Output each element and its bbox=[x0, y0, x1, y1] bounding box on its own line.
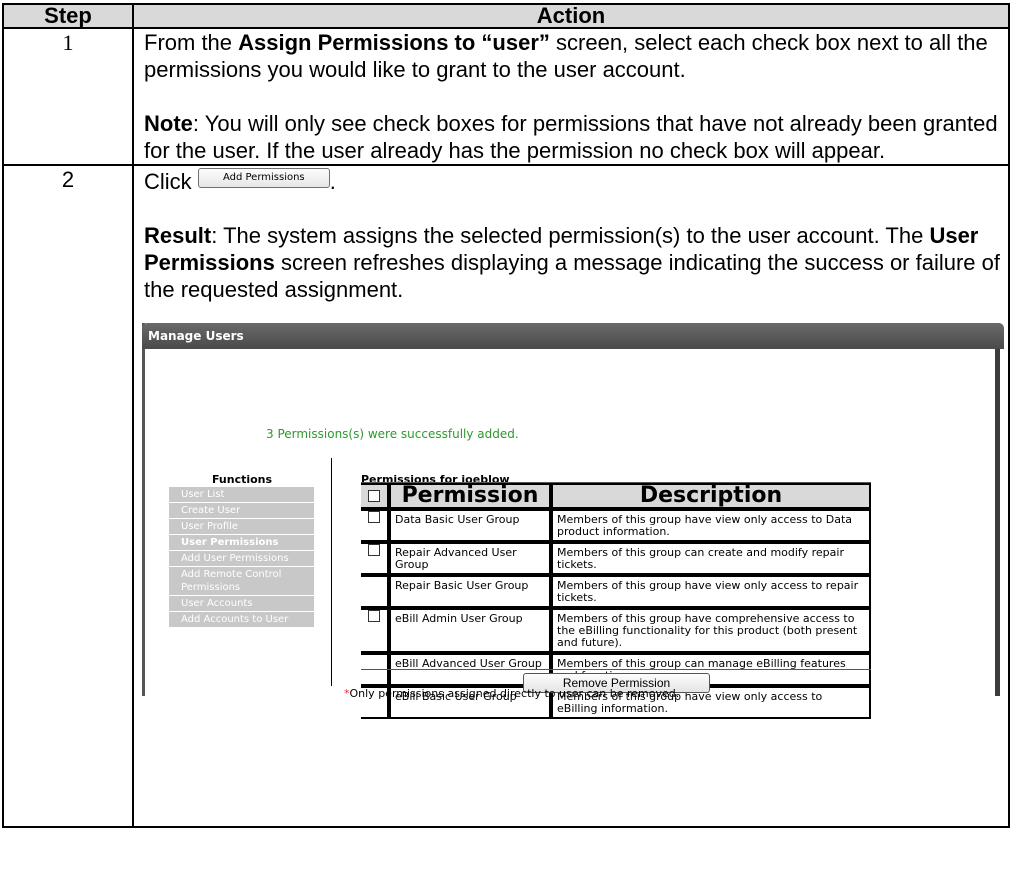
row-checkbox[interactable] bbox=[361, 509, 389, 542]
manage-users-header: Manage Users bbox=[142, 323, 1004, 349]
functions-menu: User List Create User User Profile User … bbox=[169, 487, 314, 628]
table-row: Repair Advanced User Group Members of th… bbox=[361, 542, 871, 575]
menu-item-add-remote-control-permissions[interactable]: Add Remote Control Permissions bbox=[169, 567, 314, 596]
col-permission: Permission bbox=[389, 483, 551, 509]
step-1-action: From the Assign Permissions to “user” sc… bbox=[132, 27, 1010, 166]
permission-name: Data Basic User Group bbox=[389, 509, 551, 542]
table-bottom-rule bbox=[361, 669, 871, 670]
menu-item-create-user[interactable]: Create User bbox=[169, 503, 314, 519]
permission-description: Members of this group have view only acc… bbox=[551, 509, 871, 542]
select-all-checkbox[interactable] bbox=[361, 483, 389, 509]
col-description: Description bbox=[551, 483, 871, 509]
table-row: eBill Admin User Group Members of this g… bbox=[361, 608, 871, 653]
permission-name: eBill Admin User Group bbox=[389, 608, 551, 653]
table-row: Repair Basic User Group Members of this … bbox=[361, 575, 871, 608]
menu-item-add-accounts-to-user[interactable]: Add Accounts to User bbox=[169, 612, 314, 628]
menu-item-add-user-permissions[interactable]: Add User Permissions bbox=[169, 551, 314, 567]
permission-description: Members of this group have view only acc… bbox=[551, 575, 871, 608]
permission-description: Members of this group can create and mod… bbox=[551, 542, 871, 575]
menu-item-user-list[interactable]: User List bbox=[169, 487, 314, 503]
header-step: Step bbox=[2, 3, 134, 29]
menu-item-user-permissions[interactable]: User Permissions bbox=[169, 535, 314, 551]
row-checkbox[interactable] bbox=[361, 608, 389, 653]
step-2-action: Click Add Permissions. Result: The syste… bbox=[132, 164, 1010, 828]
permission-name: Repair Advanced User Group bbox=[389, 542, 551, 575]
divider bbox=[331, 458, 332, 686]
row-checkbox[interactable] bbox=[361, 542, 389, 575]
add-permissions-button[interactable]: Add Permissions bbox=[197, 168, 330, 189]
success-message: 3 Permissions(s) were successfully added… bbox=[266, 427, 519, 441]
header-action: Action bbox=[132, 3, 1010, 29]
manage-users-screenshot: Manage Users 3 Permissions(s) were succe… bbox=[142, 323, 1004, 719]
step-1-instruction: From the Assign Permissions to “user” sc… bbox=[144, 30, 988, 82]
table-row: Data Basic User Group Members of this gr… bbox=[361, 509, 871, 542]
permission-name: Repair Basic User Group bbox=[389, 575, 551, 608]
menu-item-user-accounts[interactable]: User Accounts bbox=[169, 596, 314, 612]
step-1-note: Note: You will only see check boxes for … bbox=[144, 111, 998, 163]
permission-description: Members of this group have comprehensive… bbox=[551, 608, 871, 653]
step-2-instruction: Click Add Permissions. bbox=[144, 168, 336, 194]
step-number-1: 1 bbox=[2, 27, 134, 166]
footnote: *Only permissions assigned directly to u… bbox=[344, 687, 680, 700]
step-2-result: Result: The system assigns the selected … bbox=[144, 223, 1000, 302]
step-number-2: 2 bbox=[2, 164, 134, 828]
menu-item-user-profile[interactable]: User Profile bbox=[169, 519, 314, 535]
screen-name: Assign Permissions to “user” bbox=[238, 30, 550, 55]
procedure-table: Step Action 1 From the Assign Permission… bbox=[2, 3, 1010, 828]
